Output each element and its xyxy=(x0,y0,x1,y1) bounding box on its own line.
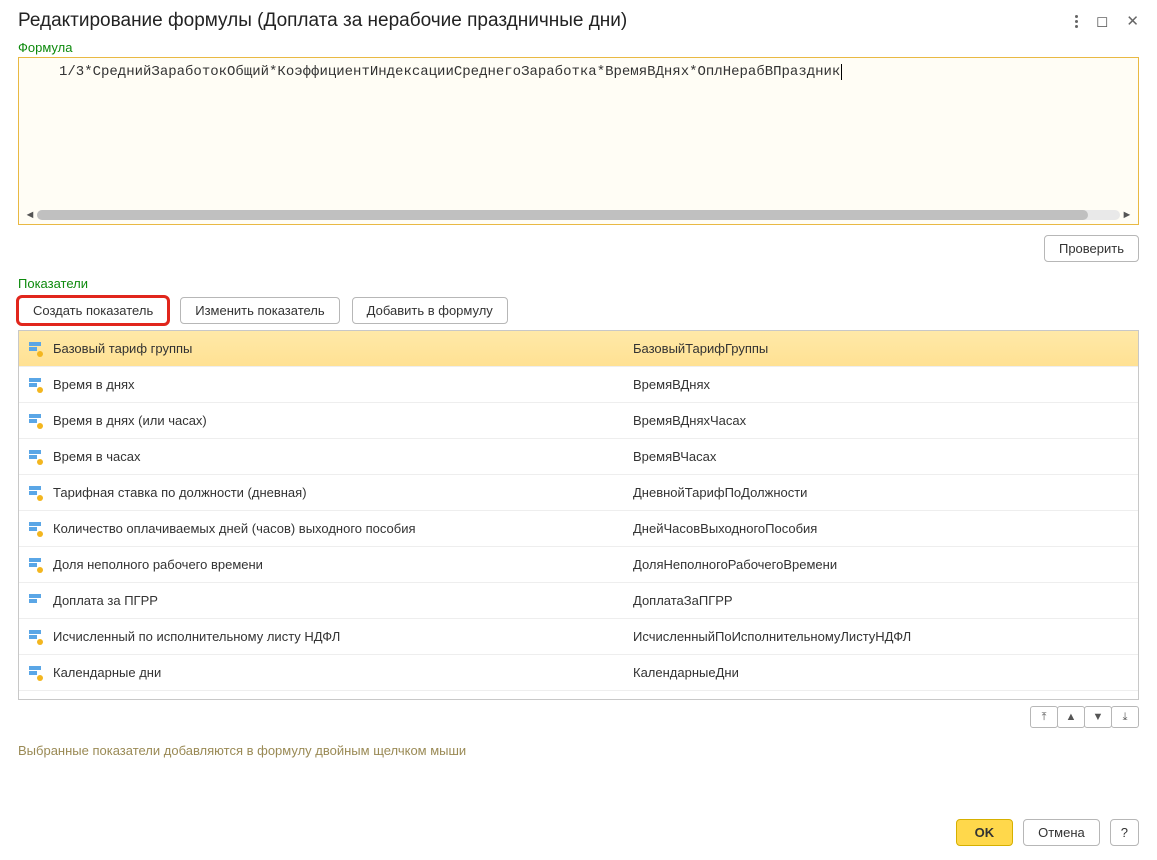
table-row[interactable]: Базовый тариф группыБазовыйТарифГруппы xyxy=(19,331,1138,367)
table-row[interactable]: Тарифная ставка по должности (дневная)Дн… xyxy=(19,475,1138,511)
indicator-name: Время в днях xyxy=(53,377,633,392)
indicator-icon xyxy=(29,593,45,609)
nav-down-button[interactable]: ▼ xyxy=(1084,706,1112,728)
indicator-name: Доплата за ПГРР xyxy=(53,593,633,608)
hint-text: Выбранные показатели добавляются в форму… xyxy=(18,742,518,760)
indicator-code: ДоляНеполногоРабочегоВремени xyxy=(633,557,1128,572)
indicator-code: ВремяВДнях xyxy=(633,377,1128,392)
indicator-code: ДневнойТарифПоДолжности xyxy=(633,485,1128,500)
indicator-icon xyxy=(29,521,45,537)
formula-editor[interactable]: 1/3*СреднийЗаработокОбщий*КоэффициентИнд… xyxy=(18,57,1139,225)
maximize-icon[interactable]: ◻ xyxy=(1096,12,1108,30)
indicator-icon xyxy=(29,557,45,573)
table-row[interactable]: Время в часахВремяВЧасах xyxy=(19,439,1138,475)
verify-button[interactable]: Проверить xyxy=(1044,235,1139,262)
indicator-icon xyxy=(29,341,45,357)
indicator-code: БазовыйТарифГруппы xyxy=(633,341,1128,356)
indicator-name: Календарные дни xyxy=(53,665,633,680)
table-row[interactable]: Время в днях (или часах)ВремяВДняхЧасах xyxy=(19,403,1138,439)
indicator-code: ВремяВЧасах xyxy=(633,449,1128,464)
formula-hscrollbar[interactable]: ◄ ► xyxy=(21,207,1136,222)
indicator-icon xyxy=(29,629,45,645)
indicator-name: Доля неполного рабочего времени xyxy=(53,557,633,572)
window-title: Редактирование формулы (Доплата за нераб… xyxy=(18,10,1075,32)
indicator-code: ДнейЧасовВыходногоПособия xyxy=(633,521,1128,536)
edit-indicator-button[interactable]: Изменить показатель xyxy=(180,297,339,324)
indicator-code: ВремяВДняхЧасах xyxy=(633,413,1128,428)
ok-button[interactable]: OK xyxy=(956,819,1014,846)
indicator-code: КалендарныеДни xyxy=(633,665,1128,680)
close-icon[interactable]: ✕ xyxy=(1126,12,1139,30)
indicator-icon xyxy=(29,413,45,429)
indicator-name: Время в днях (или часах) xyxy=(53,413,633,428)
indicator-code: ДоплатаЗаПГРР xyxy=(633,593,1128,608)
create-indicator-button[interactable]: Создать показатель xyxy=(18,297,168,324)
table-row[interactable]: Исчисленный по исполнительному листу НДФ… xyxy=(19,619,1138,655)
indicators-table[interactable]: Базовый тариф группыБазовыйТарифГруппыВр… xyxy=(18,330,1139,700)
indicator-name: Количество оплачиваемых дней (часов) вых… xyxy=(53,521,633,536)
indicators-label: Показатели xyxy=(18,276,1139,291)
table-row[interactable]: Количество оплачиваемых дней (часов) вых… xyxy=(19,511,1138,547)
indicator-code: ИсчисленныйПоИсполнительномуЛистуНДФЛ xyxy=(633,629,1128,644)
scroll-thumb[interactable] xyxy=(37,210,1088,220)
table-row[interactable]: Доплата за ПГРРДоплатаЗаПГРР xyxy=(19,583,1138,619)
nav-first-button[interactable]: ⤒ xyxy=(1030,706,1058,728)
formula-expression[interactable]: 1/3*СреднийЗаработокОбщий*КоэффициентИнд… xyxy=(21,60,1136,207)
help-button[interactable]: ? xyxy=(1110,819,1139,846)
indicator-icon xyxy=(29,377,45,393)
scroll-track[interactable] xyxy=(37,210,1120,220)
indicator-name: Базовый тариф группы xyxy=(53,341,633,356)
indicator-name: Исчисленный по исполнительному листу НДФ… xyxy=(53,629,633,644)
table-row[interactable]: Календарные дниКалендарныеДни xyxy=(19,655,1138,691)
scroll-left-icon[interactable]: ◄ xyxy=(23,208,37,222)
cancel-button[interactable]: Отмена xyxy=(1023,819,1100,846)
scroll-right-icon[interactable]: ► xyxy=(1120,208,1134,222)
indicator-icon xyxy=(29,449,45,465)
nav-up-button[interactable]: ▲ xyxy=(1057,706,1085,728)
formula-label: Формула xyxy=(18,40,1139,55)
indicator-name: Время в часах xyxy=(53,449,633,464)
nav-last-button[interactable]: ⤓ xyxy=(1111,706,1139,728)
add-to-formula-button[interactable]: Добавить в формулу xyxy=(352,297,508,324)
table-row[interactable]: Доля неполного рабочего времениДоляНепол… xyxy=(19,547,1138,583)
table-row[interactable]: Время в дняхВремяВДнях xyxy=(19,367,1138,403)
more-icon[interactable] xyxy=(1075,15,1078,28)
indicator-icon xyxy=(29,665,45,681)
indicator-name: Тарифная ставка по должности (дневная) xyxy=(53,485,633,500)
indicator-icon xyxy=(29,485,45,501)
